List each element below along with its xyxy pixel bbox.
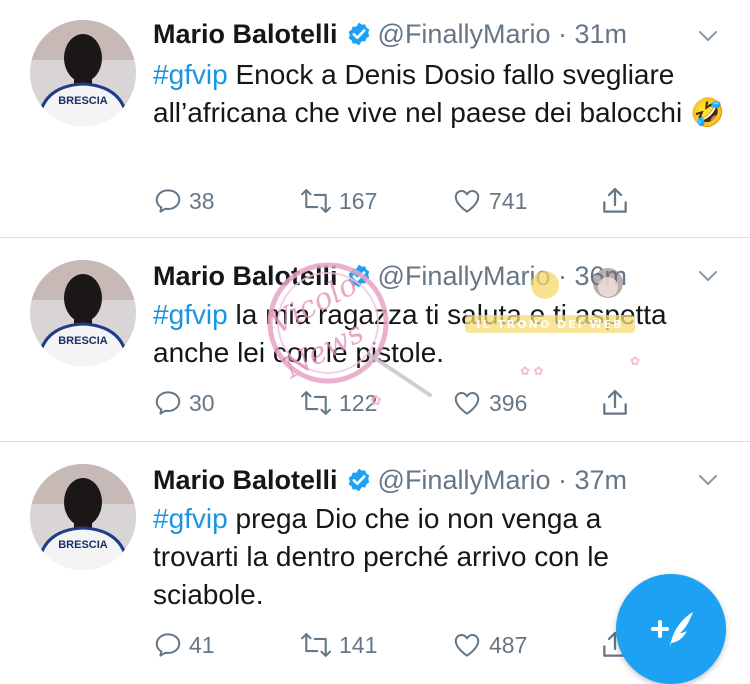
share-icon [603, 187, 627, 213]
tweet-header: Mario Balotelli @FinallyMario · 31m [153, 16, 627, 52]
svg-text:BRESCIA: BRESCIA [58, 539, 108, 551]
avatar[interactable]: BRESCIA [30, 20, 136, 126]
hashtag-link[interactable]: #gfvip [153, 503, 228, 534]
avatar-image: BRESCIA [30, 464, 136, 570]
chevron-down-icon[interactable] [696, 24, 720, 48]
tweet-body: Enock a Denis Dosio fallo svegliare all’… [153, 59, 725, 128]
tweet-text: #gfvip la mia ragazza ti saluta e ti asp… [153, 296, 728, 372]
retweet-icon [301, 391, 331, 415]
like-count: 396 [489, 389, 528, 416]
svg-text:BRESCIA: BRESCIA [58, 335, 108, 347]
tweet-actions: 30 122 396 [153, 386, 673, 420]
separator-dot: · [558, 19, 567, 49]
retweet-icon [301, 189, 331, 213]
like-icon [454, 634, 480, 657]
retweet-icon [301, 633, 331, 657]
display-name[interactable]: Mario Balotelli [153, 465, 338, 495]
tweet-body: la mia ragazza ti saluta e ti aspetta an… [153, 299, 667, 368]
retweet-count: 141 [339, 631, 378, 658]
tweet-actions: 38 167 741 [153, 184, 673, 218]
timestamp[interactable]: 37m [575, 465, 628, 495]
reply-button[interactable]: 41 [153, 628, 215, 662]
timestamp[interactable]: 31m [575, 19, 628, 49]
tweet-header: Mario Balotelli @FinallyMario · 37m [153, 462, 627, 498]
tweet[interactable]: BRESCIA Mario Balotelli @FinallyMario · 3… [0, 238, 750, 441]
tweet-text: #gfvip Enock a Denis Dosio fallo sveglia… [153, 56, 728, 132]
separator-dot: · [558, 465, 567, 495]
handle[interactable]: @FinallyMario [378, 19, 551, 49]
share-icon [603, 389, 627, 415]
display-name[interactable]: Mario Balotelli [153, 19, 338, 49]
retweet-count: 122 [339, 389, 378, 416]
reply-icon [155, 633, 181, 657]
separator-dot: · [558, 261, 567, 291]
reply-icon [155, 391, 181, 415]
hashtag-link[interactable]: #gfvip [153, 59, 228, 90]
reply-count: 41 [189, 631, 215, 658]
retweet-count: 167 [339, 187, 378, 214]
share-button[interactable] [599, 184, 637, 218]
avatar[interactable]: BRESCIA [30, 260, 136, 366]
like-button[interactable]: 487 [451, 628, 527, 662]
chevron-down-icon[interactable] [696, 468, 720, 492]
retweet-button[interactable]: 141 [299, 628, 377, 662]
avatar-image: BRESCIA [30, 260, 136, 366]
chevron-down-icon[interactable] [696, 264, 720, 288]
like-button[interactable]: 741 [451, 184, 527, 218]
handle[interactable]: @FinallyMario [378, 465, 551, 495]
like-count: 741 [489, 187, 528, 214]
retweet-button[interactable]: 167 [299, 184, 377, 218]
reply-count: 38 [189, 187, 215, 214]
reply-button[interactable]: 38 [153, 184, 215, 218]
svg-text:BRESCIA: BRESCIA [58, 95, 108, 107]
like-button[interactable]: 396 [451, 386, 527, 420]
reply-button[interactable]: 30 [153, 386, 215, 420]
reply-icon [155, 189, 181, 213]
like-icon [454, 392, 480, 415]
hashtag-link[interactable]: #gfvip [153, 299, 228, 330]
avatar-image: BRESCIA [30, 20, 136, 126]
share-button[interactable] [599, 386, 637, 420]
like-icon [454, 190, 480, 213]
verified-icon [346, 466, 372, 502]
tweet-text: #gfvip prega Dio che io non venga a trov… [153, 500, 623, 614]
display-name[interactable]: Mario Balotelli [153, 261, 338, 291]
timeline: BRESCIA Mario Balotelli @FinallyMario · 3… [0, 0, 750, 684]
verified-icon [346, 262, 372, 298]
like-count: 487 [489, 631, 528, 658]
reply-count: 30 [189, 389, 215, 416]
compose-tweet-button[interactable] [616, 574, 726, 684]
tweet[interactable]: BRESCIA Mario Balotelli @FinallyMario · 3… [0, 0, 750, 238]
timestamp[interactable]: 36m [575, 261, 628, 291]
tweet-actions: 41 141 487 [153, 628, 673, 662]
retweet-button[interactable]: 122 [299, 386, 377, 420]
compose-tweet-icon [651, 612, 693, 648]
handle[interactable]: @FinallyMario [378, 261, 551, 291]
verified-icon [346, 20, 372, 56]
avatar[interactable]: BRESCIA [30, 464, 136, 570]
tweet-header: Mario Balotelli @FinallyMario · 36m [153, 258, 627, 294]
